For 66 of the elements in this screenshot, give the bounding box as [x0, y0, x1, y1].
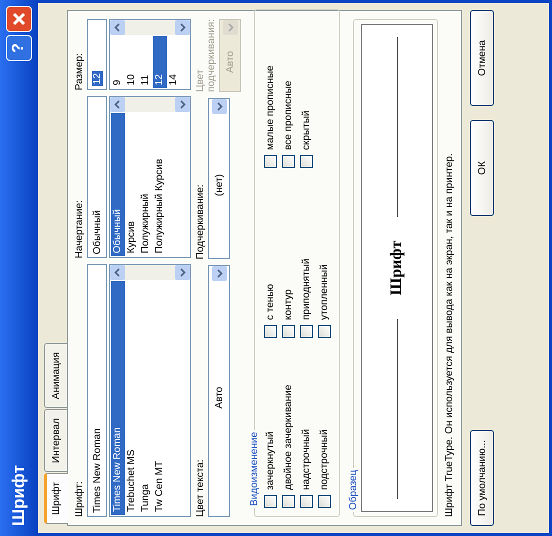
checkbox[interactable] — [264, 325, 277, 338]
checkbox[interactable] — [300, 495, 313, 508]
checkbox-label: надстрочный — [301, 429, 312, 490]
field-value: 12 — [92, 71, 102, 86]
close-icon — [12, 12, 26, 26]
list-item[interactable]: Обычный — [111, 113, 125, 256]
help-button[interactable]: ? — [6, 35, 32, 61]
list-item[interactable]: Курсив — [125, 113, 139, 256]
checkbox-label: утопленный — [319, 264, 330, 320]
field-label: Подчеркивание: — [195, 183, 206, 260]
list-item[interactable]: 10 — [125, 36, 139, 88]
tab[interactable]: Анимация — [44, 343, 67, 408]
checkbox-label: подстрочный — [319, 429, 330, 490]
list-item[interactable]: 9 — [111, 36, 125, 88]
group-title: Образец — [348, 468, 359, 512]
field-label: Цвет текста: — [195, 458, 206, 517]
list-item[interactable]: 11 — [139, 36, 153, 88]
checkbox[interactable] — [318, 495, 331, 508]
scrollbar[interactable] — [110, 97, 190, 112]
field-label: Цвет подчеркивания: — [195, 19, 217, 92]
checkbox-label: зачеркнутый — [265, 431, 276, 490]
checkbox-label: двойное зачеркивание — [283, 384, 294, 490]
dropdown[interactable]: Авто — [208, 265, 230, 517]
checkbox-label: приподнятый — [301, 258, 312, 320]
list-item[interactable]: 14 — [167, 36, 181, 88]
field-value: Обычный — [92, 210, 102, 254]
checkbox[interactable] — [318, 325, 331, 338]
checkbox-label: скрытый — [301, 110, 312, 150]
checkbox[interactable] — [300, 155, 313, 168]
field-label: Шрифт: — [74, 480, 85, 517]
input-field[interactable]: Times New Roman — [87, 264, 107, 517]
close-button[interactable] — [6, 6, 32, 32]
list-item[interactable]: Tunga — [139, 281, 153, 515]
input-field[interactable]: 12 — [87, 19, 107, 90]
tab[interactable]: Шрифт — [44, 473, 68, 524]
button[interactable]: ОК — [470, 120, 494, 216]
input-field[interactable]: Обычный — [87, 96, 107, 258]
dropdown[interactable]: (нет) — [208, 98, 230, 260]
scrollbar[interactable] — [110, 20, 190, 35]
font-description: Шрифт TrueType. Он используется для вывода как на экран, так и на принтер. — [444, 152, 455, 517]
checkbox[interactable] — [264, 495, 277, 508]
button[interactable]: Отмена — [470, 10, 494, 106]
checkbox[interactable] — [282, 495, 295, 508]
checkbox-label: контур — [283, 289, 294, 320]
field-value: Times New Roman — [92, 428, 102, 513]
list-item[interactable]: Полужирный — [139, 113, 153, 256]
list-item[interactable]: Tw Cen MT — [153, 281, 167, 515]
sample-text: Шрифт — [388, 240, 406, 296]
checkbox[interactable] — [282, 325, 295, 338]
checkbox-label: все прописные — [283, 80, 294, 150]
checkbox[interactable] — [282, 155, 295, 168]
checkbox-label: малые прописные — [265, 65, 276, 150]
checkbox[interactable] — [264, 155, 277, 168]
window-title: Шрифт — [9, 465, 29, 526]
checkbox[interactable] — [300, 325, 313, 338]
list-item[interactable]: Полужирный Курсив — [153, 113, 167, 256]
scrollbar[interactable] — [110, 265, 190, 280]
checkbox-label: с тенью — [265, 284, 276, 320]
list-item[interactable]: Times New Roman — [111, 281, 125, 515]
list-item[interactable]: 12 — [153, 36, 167, 88]
field-label: Начертание: — [74, 199, 85, 258]
group-title: Видоизменение — [249, 430, 260, 508]
button[interactable]: По умолчанию... — [470, 430, 494, 526]
tab[interactable]: Интервал — [44, 409, 67, 472]
field-label: Размер: — [74, 52, 85, 90]
list-item[interactable]: Trebuchet MS — [125, 281, 139, 515]
